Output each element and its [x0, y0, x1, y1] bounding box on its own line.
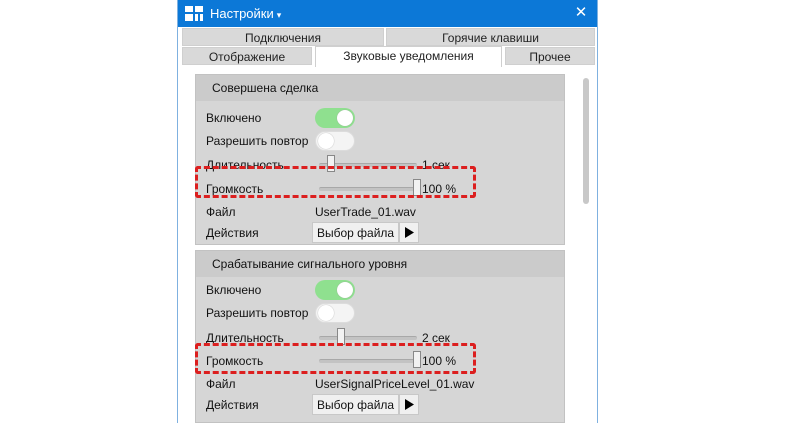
app-logo-icon: [185, 6, 203, 21]
panel-title: Совершена сделка: [196, 75, 564, 101]
toggle-knob: [318, 305, 334, 321]
file-label: Файл: [206, 205, 236, 219]
duration-value: 1 сек: [422, 158, 450, 172]
tab-other[interactable]: Прочее: [505, 47, 595, 65]
window-title: Настройки: [210, 6, 274, 21]
toggle-knob: [337, 282, 353, 298]
volume-slider[interactable]: [319, 351, 421, 368]
row-volume: Громкость 100 %: [206, 178, 556, 200]
repeat-label: Разрешить повтор: [206, 306, 309, 320]
row-enabled: Включено: [206, 279, 556, 301]
volume-value: 100 %: [422, 354, 457, 368]
slider-thumb[interactable]: [413, 351, 421, 368]
file-name: UserSignalPriceLevel_01.wav: [315, 377, 475, 391]
repeat-label: Разрешить повтор: [206, 134, 309, 148]
enabled-toggle[interactable]: [315, 108, 355, 128]
slider-thumb[interactable]: [336, 328, 345, 345]
title-bar: Настройки ▾ ✕: [178, 0, 597, 27]
row-actions: Действия Выбор файла: [206, 394, 556, 416]
chevron-down-icon: ▾: [276, 10, 282, 20]
volume-label: Громкость: [206, 354, 264, 368]
row-duration: Длительность 1 сек: [206, 154, 556, 176]
repeat-toggle[interactable]: [315, 131, 355, 151]
row-file: Файл UserSignalPriceLevel_01.wav: [206, 373, 556, 395]
tab-connections[interactable]: Подключения: [182, 28, 384, 46]
file-label: Файл: [206, 377, 236, 391]
row-file: Файл UserTrade_01.wav: [206, 201, 556, 223]
slider-thumb[interactable]: [326, 155, 335, 172]
duration-slider[interactable]: [319, 328, 417, 345]
sound-settings-content: Совершена сделка Включено Разрешить повт…: [178, 68, 597, 423]
choose-file-button[interactable]: Выбор файла: [312, 394, 400, 415]
row-actions: Действия Выбор файла: [206, 222, 556, 244]
volume-label: Громкость: [206, 182, 264, 196]
duration-value: 2 сек: [422, 331, 450, 345]
slider-track: [319, 187, 417, 191]
enabled-toggle[interactable]: [315, 280, 355, 300]
panel-signal-level-triggered: Срабатывание сигнального уровня Включено…: [195, 250, 565, 423]
tab-display[interactable]: Отображение: [182, 47, 312, 65]
settings-window: Настройки ▾ ✕ Подключения Горячие клавиши…: [177, 0, 598, 423]
duration-label: Длительность: [206, 158, 284, 172]
play-icon: [405, 399, 414, 410]
tab-sound-notifications[interactable]: Звуковые уведомления: [315, 46, 502, 67]
slider-thumb[interactable]: [413, 179, 421, 196]
actions-label: Действия: [206, 398, 259, 412]
duration-slider[interactable]: [319, 155, 417, 172]
file-name: UserTrade_01.wav: [315, 205, 416, 219]
close-icon[interactable]: ✕: [571, 3, 591, 23]
play-icon: [405, 227, 414, 238]
play-button[interactable]: [399, 394, 419, 415]
row-repeat: Разрешить повтор: [206, 130, 556, 152]
row-enabled: Включено: [206, 107, 556, 129]
enabled-label: Включено: [206, 111, 262, 125]
slider-track: [319, 336, 417, 340]
volume-value: 100 %: [422, 182, 457, 196]
row-repeat: Разрешить повтор: [206, 302, 556, 324]
panel-trade-completed: Совершена сделка Включено Разрешить повт…: [195, 74, 565, 245]
duration-label: Длительность: [206, 331, 284, 345]
settings-tabs: Подключения Горячие клавиши Отображение …: [178, 27, 597, 67]
tab-hotkeys[interactable]: Горячие клавиши: [386, 28, 595, 46]
toggle-knob: [318, 133, 334, 149]
play-button[interactable]: [399, 222, 419, 243]
repeat-toggle[interactable]: [315, 303, 355, 323]
window-title-menu[interactable]: Настройки ▾: [210, 6, 281, 21]
actions-label: Действия: [206, 226, 259, 240]
volume-slider[interactable]: [319, 179, 421, 196]
row-volume: Громкость 100 %: [206, 350, 556, 372]
slider-track: [319, 359, 417, 363]
toggle-knob: [337, 110, 353, 126]
enabled-label: Включено: [206, 283, 262, 297]
choose-file-button[interactable]: Выбор файла: [312, 222, 400, 243]
vertical-scrollbar[interactable]: [583, 78, 589, 204]
panel-title: Срабатывание сигнального уровня: [196, 251, 564, 277]
row-duration: Длительность 2 сек: [206, 327, 556, 349]
